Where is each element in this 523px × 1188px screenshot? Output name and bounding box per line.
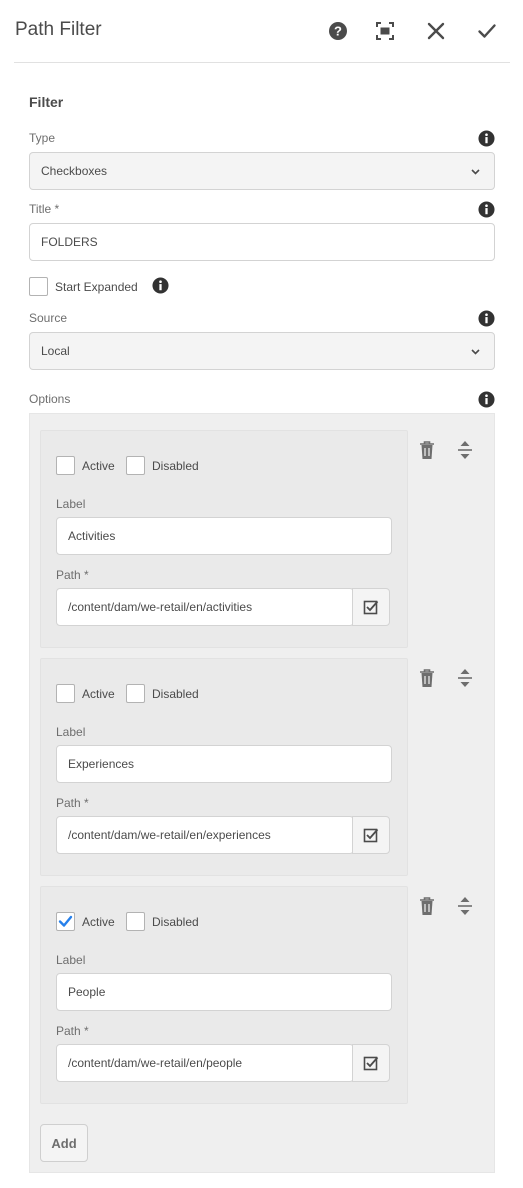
active-checkbox[interactable]: [56, 684, 75, 703]
title-label: Title *: [29, 202, 60, 216]
done-button[interactable]: [472, 16, 502, 46]
option-label-label: Label: [56, 725, 86, 739]
source-label: Source: [29, 311, 68, 325]
option-path-input[interactable]: /content/dam/we-retail/en/experiences: [56, 816, 354, 854]
help-icon: ?: [329, 22, 347, 40]
delete-button[interactable]: [417, 667, 437, 689]
fullscreen-icon: [376, 22, 394, 40]
close-icon: [427, 22, 445, 40]
option-label-label: Label: [56, 497, 86, 511]
section-title: Filter: [29, 94, 64, 110]
disabled-label: Disabled: [152, 915, 199, 929]
delete-button[interactable]: [417, 895, 437, 917]
help-button[interactable]: ?: [323, 16, 353, 46]
path-browse-button[interactable]: [352, 1044, 390, 1082]
header-divider: [14, 62, 510, 63]
reorder-handle[interactable]: [455, 667, 475, 689]
source-select-value: Local: [41, 344, 70, 358]
select-checkbox-icon: [363, 1056, 379, 1071]
title-input[interactable]: FOLDERS: [29, 223, 495, 261]
active-label: Active: [82, 915, 115, 929]
active-label: Active: [82, 687, 115, 701]
info-icon[interactable]: [478, 201, 495, 218]
add-option-button[interactable]: Add: [40, 1124, 88, 1162]
option-path-value: /content/dam/we-retail/en/experiences: [68, 828, 271, 842]
select-checkbox-icon: [363, 600, 379, 615]
active-label: Active: [82, 459, 115, 473]
dialog-header: Path Filter ?: [0, 0, 523, 62]
option-label-label: Label: [56, 953, 86, 967]
option-path-value: /content/dam/we-retail/en/people: [68, 1056, 243, 1070]
disabled-label: Disabled: [152, 687, 199, 701]
info-icon[interactable]: [478, 391, 495, 408]
move-up-down-icon: [458, 441, 472, 459]
trash-icon: [420, 897, 434, 915]
option-label-value: People: [68, 985, 106, 999]
dialog-title: Path Filter: [15, 19, 102, 40]
trash-icon: [420, 441, 434, 459]
type-label: Type: [29, 131, 56, 145]
start-expanded-label: Start Expanded: [55, 280, 138, 294]
active-checkbox[interactable]: [56, 912, 75, 931]
reorder-handle[interactable]: [455, 439, 475, 461]
option-label-input[interactable]: People: [56, 973, 392, 1011]
select-checkbox-icon: [363, 828, 379, 843]
svg-text:?: ?: [334, 24, 342, 39]
option-label-value: Experiences: [68, 757, 135, 771]
option-label-input[interactable]: Experiences: [56, 745, 392, 783]
info-icon[interactable]: [478, 310, 495, 327]
close-button[interactable]: [421, 16, 451, 46]
disabled-checkbox[interactable]: [126, 912, 145, 931]
option-path-label: Path *: [56, 1024, 89, 1038]
disabled-label: Disabled: [152, 459, 199, 473]
chevron-down-icon: [471, 169, 480, 175]
option-path-value: /content/dam/we-retail/en/activities: [68, 600, 253, 614]
source-select[interactable]: Local: [29, 332, 495, 370]
info-icon[interactable]: [478, 130, 495, 147]
path-browse-button[interactable]: [352, 588, 390, 626]
fullscreen-button[interactable]: [370, 16, 400, 46]
option-label-input[interactable]: Activities: [56, 517, 392, 555]
option-path-input[interactable]: /content/dam/we-retail/en/activities: [56, 588, 354, 626]
option-path-label: Path *: [56, 796, 89, 810]
reorder-handle[interactable]: [455, 895, 475, 917]
trash-icon: [420, 669, 434, 687]
start-expanded-checkbox[interactable]: [29, 277, 48, 296]
type-select[interactable]: Checkboxes: [29, 152, 495, 190]
option-path-input[interactable]: /content/dam/we-retail/en/people: [56, 1044, 354, 1082]
checkmark-icon: [58, 915, 73, 927]
move-up-down-icon: [458, 669, 472, 687]
option-label-value: Activities: [68, 529, 116, 543]
option-path-label: Path *: [56, 568, 89, 582]
active-checkbox[interactable]: [56, 456, 75, 475]
disabled-checkbox[interactable]: [126, 456, 145, 475]
checkmark-icon: [478, 24, 496, 38]
move-up-down-icon: [458, 897, 472, 915]
disabled-checkbox[interactable]: [126, 684, 145, 703]
options-label: Options: [29, 392, 71, 406]
delete-button[interactable]: [417, 439, 437, 461]
title-input-value: FOLDERS: [41, 235, 98, 249]
type-select-value: Checkboxes: [41, 164, 108, 178]
chevron-down-icon: [471, 349, 480, 355]
info-icon[interactable]: [152, 277, 169, 294]
path-browse-button[interactable]: [352, 816, 390, 854]
